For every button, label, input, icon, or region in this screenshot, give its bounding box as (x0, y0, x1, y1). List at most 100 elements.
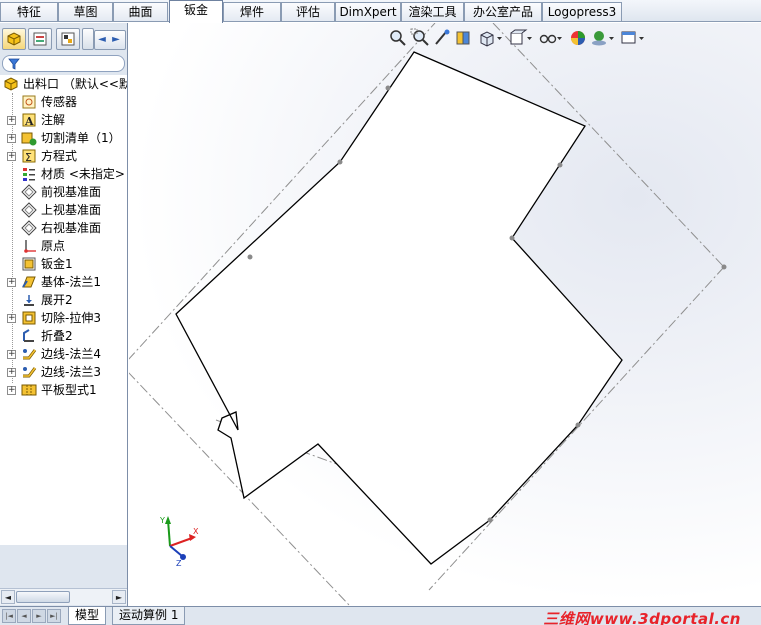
expand-icon[interactable]: + (7, 350, 16, 359)
tab-sketch[interactable]: 草图 (58, 2, 113, 21)
view-settings-icon (621, 31, 644, 44)
tab-model[interactable]: 模型 (68, 607, 107, 625)
feature-manager-tab[interactable] (2, 28, 26, 50)
feature-manager-panel: ◄ ► 出料口 （默认<<默 传感器 + A 注解 + 切割清单（1） + Σ 方程式 材质 <未指定… (0, 23, 128, 606)
tree-item-label: 边线-法兰4 (41, 347, 101, 361)
expand-icon[interactable]: + (7, 116, 16, 125)
tree-item[interactable]: + 切割清单（1） (0, 129, 127, 147)
sensor-icon (21, 94, 37, 110)
tree-item[interactable]: + A 注解 (0, 111, 127, 129)
tab-surfaces[interactable]: 曲面 (113, 2, 168, 21)
cut-list-icon (21, 130, 37, 146)
view-orientation-button[interactable] (478, 28, 502, 48)
plane-icon (21, 220, 37, 236)
tree-item-label: 出料口 （默认<<默 (23, 77, 128, 91)
appearance-icon (571, 31, 585, 45)
expand-icon[interactable]: + (7, 134, 16, 143)
tree-item[interactable]: + 切除-拉伸3 (0, 309, 127, 327)
part-icon (3, 76, 19, 92)
section-view-icon (456, 31, 470, 45)
scroll-left-icon[interactable]: ◄ (1, 590, 15, 604)
tree-item[interactable]: 前视基准面 (0, 183, 127, 201)
feature-tree: 出料口 （默认<<默 传感器 + A 注解 + 切割清单（1） + Σ 方程式 材质 <未指定> 前视… (0, 75, 128, 545)
panel-nav-arrows[interactable]: ◄ ► (94, 30, 126, 50)
edge-flange-icon (21, 364, 37, 380)
property-manager-tab[interactable] (28, 28, 52, 50)
filter-icon (8, 58, 20, 70)
last-tab-icon[interactable]: ►| (47, 609, 61, 623)
base-flange-icon (21, 274, 37, 290)
tree-item-label: 展开2 (41, 293, 73, 307)
previous-view-icon (435, 29, 450, 45)
tree-item-label: 切割清单（1） (41, 131, 121, 145)
expand-icon[interactable]: + (7, 152, 16, 161)
tree-item-label: 注解 (41, 113, 66, 127)
next-tab-icon[interactable]: ► (32, 609, 46, 623)
tree-item[interactable]: 展开2 (0, 291, 127, 309)
tree-item[interactable]: 出料口 （默认<<默 (0, 75, 128, 93)
tree-item[interactable]: + 边线-法兰4 (0, 345, 127, 363)
cut-extrude-icon (21, 310, 37, 326)
svg-text:A: A (24, 115, 34, 128)
scroll-right-icon[interactable]: ► (112, 590, 126, 604)
tree-item[interactable]: 折叠2 (0, 327, 127, 345)
svg-text:Σ: Σ (25, 151, 32, 164)
tree-horizontal-scrollbar[interactable]: ◄ ► (0, 588, 127, 605)
expand-icon[interactable]: + (7, 368, 16, 377)
scroll-thumb[interactable] (16, 591, 70, 603)
tree-item-label: 钣金1 (41, 257, 73, 271)
tree-item[interactable]: + 平板型式1 (0, 381, 127, 399)
unfold-icon (21, 292, 37, 308)
zoom-area-icon (410, 28, 429, 46)
tree-item[interactable]: + 边线-法兰3 (0, 363, 127, 381)
tree-item[interactable]: + Σ 方程式 (0, 147, 127, 165)
section-view-button[interactable] (454, 28, 474, 48)
tab-office-products[interactable]: 办公室产品 (464, 2, 542, 21)
tree-item[interactable]: 材质 <未指定> (0, 165, 127, 183)
tab-features[interactable]: 特征 (0, 2, 58, 21)
expand-icon[interactable]: + (7, 314, 16, 323)
tree-item[interactable]: 右视基准面 (0, 219, 127, 237)
edge-flange-icon (21, 346, 37, 362)
tree-filter-input[interactable] (2, 55, 125, 72)
edit-appearance-button[interactable] (568, 28, 588, 48)
tree-item[interactable]: 钣金1 (0, 255, 127, 273)
tab-evaluate[interactable]: 评估 (281, 2, 335, 21)
zoom-to-area-button[interactable] (410, 28, 430, 48)
view-settings-button[interactable] (620, 28, 644, 48)
tab-render-tools[interactable]: 渲染工具 (401, 2, 464, 21)
tab-motion-study[interactable]: 运动算例 1 (112, 607, 186, 625)
tab-dimxpert[interactable]: DimXpert (335, 2, 401, 21)
tree-item[interactable]: 原点 (0, 237, 127, 255)
prev-tab-icon[interactable]: ◄ (17, 609, 31, 623)
zoom-to-fit-button[interactable] (388, 28, 408, 48)
nav-right-icon[interactable]: ► (109, 31, 123, 49)
hide-show-icon (539, 34, 562, 44)
tree-item[interactable]: 传感器 (0, 93, 127, 111)
tab-weldments[interactable]: 焊件 (223, 2, 281, 21)
tree-item-label: 基体-法兰1 (41, 275, 101, 289)
dim-manager-tab[interactable] (82, 28, 94, 50)
hide-show-items-button[interactable] (538, 28, 562, 48)
tree-item-label: 边线-法兰3 (41, 365, 101, 379)
tab-logopress[interactable]: Logopress3 (542, 2, 622, 21)
svg-text:Y: Y (159, 516, 165, 525)
graphics-area[interactable]: Y X Z (129, 23, 761, 606)
previous-view-button[interactable] (432, 28, 452, 48)
configuration-icon (61, 32, 75, 46)
tab-sheet-metal[interactable]: 钣金 (169, 0, 223, 23)
tree-item[interactable]: + 基体-法兰1 (0, 273, 127, 291)
tree-item-label: 上视基准面 (41, 203, 102, 217)
zoom-fit-icon (390, 30, 406, 46)
configuration-manager-tab[interactable] (56, 28, 80, 50)
origin-icon (21, 238, 37, 254)
display-style-button[interactable] (508, 28, 532, 48)
expand-icon[interactable]: + (7, 386, 16, 395)
first-tab-icon[interactable]: |◄ (2, 609, 16, 623)
nav-left-icon[interactable]: ◄ (95, 31, 109, 49)
expand-icon[interactable]: + (7, 278, 16, 287)
part-outline (175, 51, 623, 565)
view-orientation-icon (480, 31, 502, 47)
apply-scene-button[interactable] (590, 28, 614, 48)
tree-item[interactable]: 上视基准面 (0, 201, 127, 219)
